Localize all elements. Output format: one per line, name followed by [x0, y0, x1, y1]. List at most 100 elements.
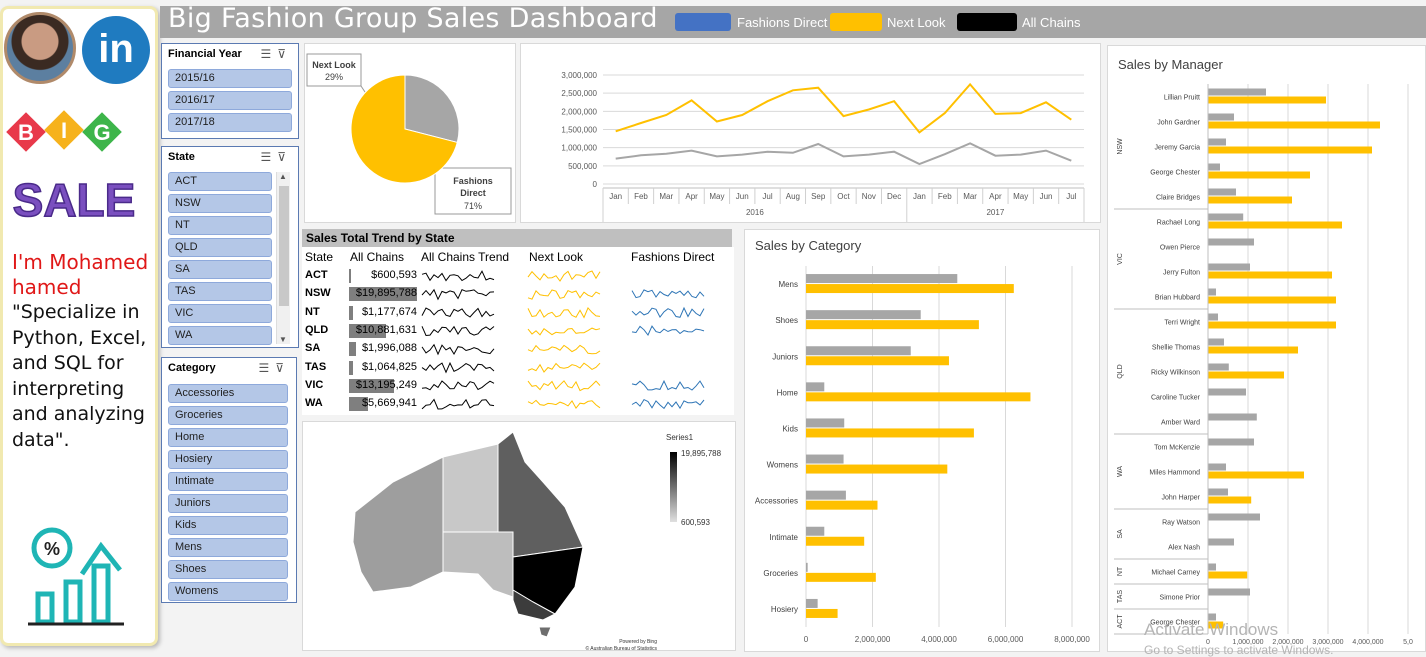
manager-bar[interactable] [1208, 296, 1336, 304]
category-bar[interactable] [806, 346, 911, 356]
category-bar[interactable] [806, 274, 958, 284]
manager-bar[interactable] [1208, 188, 1236, 196]
slicer-item-qld[interactable]: QLD [168, 238, 272, 257]
manager-bar[interactable] [1208, 313, 1218, 321]
scroll-up-icon[interactable]: ▲ [279, 172, 287, 181]
multi-select-icon[interactable]: ☰ [258, 361, 275, 375]
manager-bar[interactable] [1208, 113, 1234, 121]
manager-bar[interactable] [1208, 288, 1216, 296]
category-bar[interactable] [806, 562, 808, 572]
state-slicer-scrollbar[interactable]: ▲ ▼ [276, 172, 290, 344]
manager-bar[interactable] [1208, 538, 1234, 546]
manager-bar[interactable] [1208, 96, 1326, 104]
slicer-item-mens[interactable]: Mens [168, 538, 288, 557]
manager-bar[interactable] [1208, 463, 1226, 471]
line-xtick-label: Aug [786, 192, 800, 201]
category-bar[interactable] [806, 454, 844, 464]
manager-bar[interactable] [1208, 413, 1257, 421]
slicer-item-juniors[interactable]: Juniors [168, 494, 288, 513]
category-bar[interactable] [806, 464, 948, 474]
slicer-item-2016-17[interactable]: 2016/17 [168, 91, 292, 110]
manager-bar[interactable] [1208, 346, 1298, 354]
manager-bar[interactable] [1208, 171, 1310, 179]
category-bar[interactable] [806, 500, 878, 510]
manager-bar[interactable] [1208, 338, 1224, 346]
manager-bar[interactable] [1208, 271, 1332, 279]
scroll-thumb[interactable] [279, 186, 289, 306]
line-series-0[interactable] [615, 82, 1072, 134]
manager-bar[interactable] [1208, 388, 1246, 396]
manager-bar[interactable] [1208, 121, 1380, 129]
manager-bar[interactable] [1208, 163, 1220, 171]
slicer-item-groceries[interactable]: Groceries [168, 406, 288, 425]
manager-bar[interactable] [1208, 146, 1372, 154]
trend-state-label: VIC [305, 378, 324, 391]
slicer-item-nsw[interactable]: NSW [168, 194, 272, 213]
manager-bar[interactable] [1208, 221, 1342, 229]
manager-bar[interactable] [1208, 263, 1250, 271]
slicer-item-womens[interactable]: Womens [168, 582, 288, 601]
avatar [4, 12, 76, 84]
manager-bar[interactable] [1208, 496, 1252, 504]
slicer-item-wa[interactable]: WA [168, 326, 272, 345]
slicer-item-2015-16[interactable]: 2015/16 [168, 69, 292, 88]
manager-bar[interactable] [1208, 213, 1244, 221]
multi-select-icon[interactable]: ☰ [260, 47, 277, 61]
category-bar[interactable] [806, 382, 825, 392]
manager-bar[interactable] [1208, 513, 1260, 521]
multi-select-icon[interactable]: ☰ [260, 150, 277, 164]
category-bar[interactable] [806, 598, 818, 608]
manager-label: Jeremy Garcia [1154, 145, 1200, 152]
category-bar[interactable] [806, 310, 921, 320]
manager-group-label: TAS [1117, 590, 1124, 603]
category-bar[interactable] [806, 490, 846, 500]
slicer-item-act[interactable]: ACT [168, 172, 272, 191]
category-bar[interactable] [806, 526, 825, 536]
slicer-item-2017-18[interactable]: 2017/18 [168, 113, 292, 132]
category-bar[interactable] [806, 418, 845, 428]
category-bar[interactable] [806, 320, 979, 330]
manager-bar[interactable] [1208, 371, 1284, 379]
manager-bar[interactable] [1208, 363, 1229, 371]
slicer-item-shoes[interactable]: Shoes [168, 560, 288, 579]
manager-bar[interactable] [1208, 563, 1216, 571]
clear-filter-icon[interactable]: ⊽ [277, 47, 292, 61]
manager-bar[interactable] [1208, 238, 1254, 246]
manager-bar[interactable] [1208, 588, 1250, 596]
manager-bar[interactable] [1208, 488, 1228, 496]
line-chart-panel: 0 500,000 1,000,000 1,500,000 2,000,000 2,500… [520, 43, 1101, 223]
state-slicer-title: State [168, 151, 195, 163]
slicer-item-sa[interactable]: SA [168, 260, 272, 279]
manager-bar[interactable] [1208, 138, 1226, 146]
slicer-item-vic[interactable]: VIC [168, 304, 272, 323]
manager-label: Tom McKenzie [1154, 445, 1200, 452]
line-year-label: 2017 [986, 208, 1004, 217]
category-label: Accessories [755, 497, 798, 506]
trend-table-title: Sales Total Trend by State [302, 229, 732, 247]
linkedin-icon[interactable]: in [82, 16, 150, 84]
category-bar[interactable] [806, 572, 876, 582]
category-bar[interactable] [806, 428, 974, 438]
slicer-item-hosiery[interactable]: Hosiery [168, 450, 288, 469]
category-bar[interactable] [806, 284, 1014, 294]
clear-filter-icon[interactable]: ⊽ [275, 361, 290, 375]
category-bar[interactable] [806, 356, 949, 366]
line-series-1[interactable] [615, 142, 1072, 166]
category-bar[interactable] [806, 392, 1031, 402]
slicer-item-kids[interactable]: Kids [168, 516, 288, 535]
clear-filter-icon[interactable]: ⊽ [277, 150, 292, 164]
category-bar[interactable] [806, 536, 865, 546]
manager-bar[interactable] [1208, 571, 1248, 579]
manager-bar[interactable] [1208, 471, 1304, 479]
manager-bar[interactable] [1208, 438, 1254, 446]
slicer-item-accessories[interactable]: Accessories [168, 384, 288, 403]
slicer-item-home[interactable]: Home [168, 428, 288, 447]
scroll-down-icon[interactable]: ▼ [279, 335, 287, 344]
manager-bar[interactable] [1208, 321, 1336, 329]
slicer-item-intimate[interactable]: Intimate [168, 472, 288, 491]
slicer-item-tas[interactable]: TAS [168, 282, 272, 301]
manager-bar[interactable] [1208, 88, 1266, 96]
slicer-item-nt[interactable]: NT [168, 216, 272, 235]
manager-bar[interactable] [1208, 196, 1292, 204]
category-bar[interactable] [806, 608, 838, 618]
